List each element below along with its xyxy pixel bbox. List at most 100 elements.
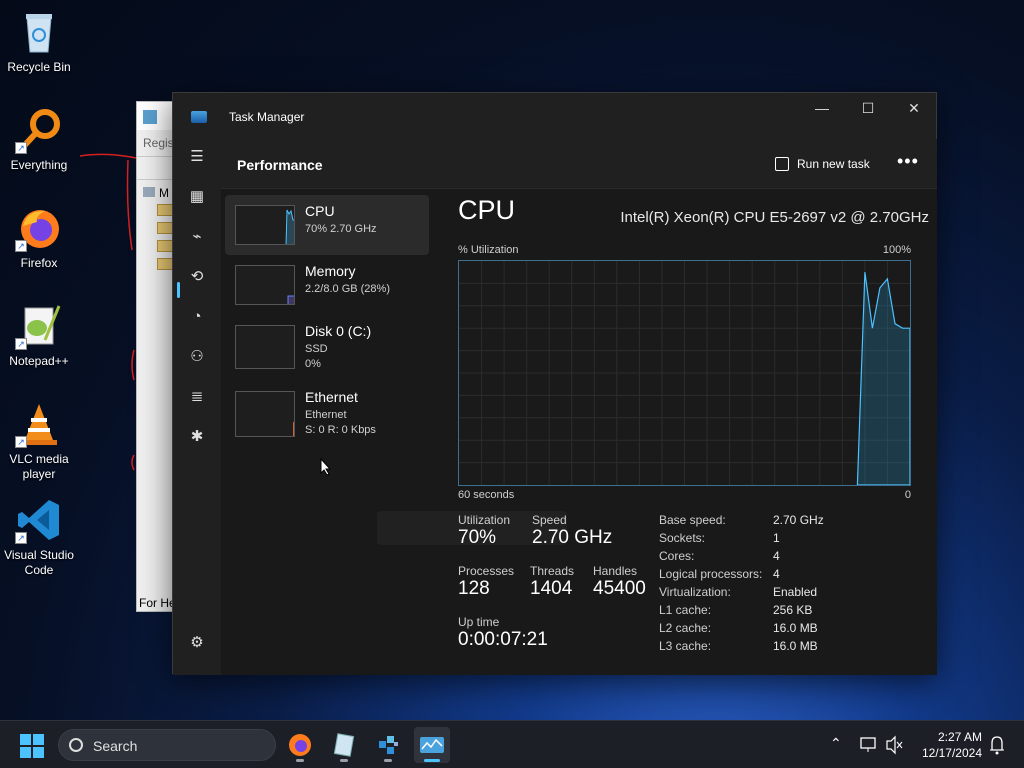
folder-icon bbox=[157, 258, 173, 273]
content-area: Performance Run new task ••• CPU 70% 2.7… bbox=[221, 139, 937, 675]
resource-detail: SSD bbox=[305, 343, 328, 355]
handles-value: 45400 bbox=[593, 578, 646, 599]
run-task-icon bbox=[775, 157, 789, 171]
resource-detail: 70% 2.70 GHz bbox=[305, 223, 377, 235]
taskbar-app-task-manager[interactable] bbox=[414, 727, 450, 763]
desktop-icon-label: Everything bbox=[10, 158, 68, 172]
desktop-icon-recycle-bin[interactable]: Recycle Bin bbox=[4, 8, 74, 75]
desktop-icon-everything[interactable]: ↗ Everything bbox=[4, 106, 74, 173]
taskbar-search[interactable]: Search bbox=[58, 729, 276, 761]
clock-date[interactable]: 12/17/2024 bbox=[912, 746, 982, 760]
mouse-cursor-icon bbox=[320, 458, 332, 476]
folder-icon bbox=[157, 204, 173, 219]
bg-window-tree-root[interactable]: M bbox=[143, 186, 169, 200]
notification-bell-icon[interactable] bbox=[988, 721, 1008, 768]
firefox-icon bbox=[289, 734, 311, 756]
minimize-button[interactable]: — bbox=[799, 93, 845, 123]
hamburger-menu-icon[interactable]: ☰ bbox=[181, 141, 213, 173]
task-manager-icon bbox=[420, 737, 444, 753]
desktop-icon-vlc[interactable]: ↗ VLC media player bbox=[4, 400, 74, 482]
processes-label: Processes bbox=[458, 564, 515, 578]
taskbar-app-firefox[interactable] bbox=[282, 727, 318, 763]
search-placeholder: Search bbox=[93, 738, 138, 754]
desktop-icon-label: Visual Studio Code bbox=[4, 548, 74, 577]
resource-name: Memory bbox=[305, 263, 356, 279]
bg-window-toolbar bbox=[137, 156, 175, 180]
services-icon[interactable]: ✱ bbox=[181, 421, 213, 453]
details-icon[interactable]: ≣ bbox=[181, 381, 213, 413]
cpu-utilization-graph bbox=[458, 260, 911, 486]
speed-label: Speed bbox=[532, 513, 567, 527]
task-manager-window[interactable]: Task Manager — ☐ ✕ ☰ ▦ ⌁ ⟲ ◔ ⚇ ≣ ✱ ⚙ Per… bbox=[172, 92, 937, 675]
tray-overflow-chevron-icon[interactable]: ⌃ bbox=[828, 721, 848, 768]
graph-max-label: 100% bbox=[882, 244, 911, 256]
spec-key: Logical processors: bbox=[659, 567, 763, 581]
folder-icon bbox=[157, 240, 173, 255]
users-icon[interactable]: ⚇ bbox=[181, 341, 213, 373]
resource-item-cpu[interactable]: CPU 70% 2.70 GHz bbox=[225, 195, 429, 255]
desktop-icon-label: Notepad++ bbox=[9, 354, 69, 368]
resource-item-disk[interactable]: Disk 0 (C:) SSD 0% bbox=[225, 315, 429, 375]
vscode-icon: ↗ bbox=[15, 496, 63, 544]
taskbar: Search ⌃ 2:27 AM 12/17/2024 bbox=[0, 720, 1024, 768]
performance-icon[interactable]: ⌁ bbox=[181, 221, 213, 253]
taskbar-app-regedit[interactable] bbox=[370, 727, 406, 763]
spec-key: L1 cache: bbox=[659, 603, 712, 617]
title-bar[interactable]: Task Manager — ☐ ✕ bbox=[173, 93, 936, 139]
resource-item-ethernet[interactable]: Ethernet Ethernet S: 0 R: 0 Kbps bbox=[225, 381, 429, 441]
shortcut-arrow-icon: ↗ bbox=[15, 240, 27, 252]
uptime-value: 0:00:07:21 bbox=[458, 629, 548, 650]
folder-icon bbox=[157, 222, 173, 237]
bg-window-status: For He bbox=[139, 596, 176, 610]
clock-time[interactable]: 2:27 AM bbox=[920, 730, 982, 744]
desktop-icon-notepad-plus-plus[interactable]: ↗ Notepad++ bbox=[4, 302, 74, 369]
taskbar-app-notepad[interactable] bbox=[326, 727, 362, 763]
graph-y-label: % Utilization bbox=[458, 244, 519, 256]
maximize-button[interactable]: ☐ bbox=[845, 93, 891, 123]
recycle-bin-icon bbox=[15, 8, 63, 56]
threads-label: Threads bbox=[530, 564, 575, 578]
task-manager-icon bbox=[191, 111, 207, 123]
bg-window-titlebar[interactable] bbox=[137, 102, 175, 130]
shortcut-arrow-icon: ↗ bbox=[15, 142, 27, 154]
navigation-rail: ☰ ▦ ⌁ ⟲ ◔ ⚇ ≣ ✱ ⚙ bbox=[173, 139, 221, 675]
page-title: Performance bbox=[237, 157, 323, 173]
resource-name: CPU bbox=[305, 203, 335, 219]
notepad-icon bbox=[333, 733, 355, 757]
spec-value: 4 bbox=[773, 549, 780, 563]
resource-item-memory[interactable]: Memory 2.2/8.0 GB (28%) bbox=[225, 255, 429, 315]
desktop-icon-firefox[interactable]: ↗ Firefox bbox=[4, 204, 74, 271]
close-button[interactable]: ✕ bbox=[891, 93, 937, 123]
processes-icon[interactable]: ▦ bbox=[181, 181, 213, 213]
spec-key: Cores: bbox=[659, 549, 695, 563]
processes-value: 128 bbox=[458, 578, 490, 599]
spec-key: L2 cache: bbox=[659, 621, 712, 635]
background-registry-window[interactable]: Regis M For He bbox=[136, 101, 176, 612]
shortcut-arrow-icon: ↗ bbox=[15, 532, 27, 544]
cpu-utilization-series bbox=[856, 272, 911, 486]
startup-apps-icon[interactable]: ◔ bbox=[181, 301, 213, 333]
network-icon[interactable] bbox=[858, 721, 880, 768]
settings-gear-icon[interactable]: ⚙ bbox=[181, 627, 213, 659]
desktop-icon-vscode[interactable]: ↗ Visual Studio Code bbox=[4, 496, 74, 578]
start-button-windows-icon[interactable] bbox=[20, 734, 44, 758]
utilization-label: Utilization bbox=[458, 513, 511, 527]
desktop-icon-label: Firefox bbox=[20, 256, 58, 270]
disk-thumbnail-graph bbox=[235, 325, 295, 369]
resource-detail: S: 0 R: 0 Kbps bbox=[305, 424, 376, 436]
running-indicator bbox=[384, 759, 392, 762]
desktop-icon-label: VLC media player bbox=[9, 452, 69, 481]
threads-value: 1404 bbox=[530, 578, 573, 599]
cpu-thumbnail-graph bbox=[235, 205, 295, 245]
app-history-icon[interactable]: ⟲ bbox=[181, 261, 213, 293]
search-icon bbox=[69, 738, 83, 752]
more-options-icon[interactable]: ••• bbox=[897, 151, 919, 172]
run-new-task-button[interactable]: Run new task bbox=[775, 157, 870, 171]
running-indicator bbox=[340, 759, 348, 762]
spec-value: 4 bbox=[773, 567, 780, 581]
window-title: Task Manager bbox=[229, 110, 305, 124]
volume-muted-icon[interactable] bbox=[884, 721, 906, 768]
bg-window-menu[interactable]: Regis bbox=[143, 136, 174, 150]
running-indicator bbox=[296, 759, 304, 762]
spec-value: 1 bbox=[773, 531, 780, 545]
